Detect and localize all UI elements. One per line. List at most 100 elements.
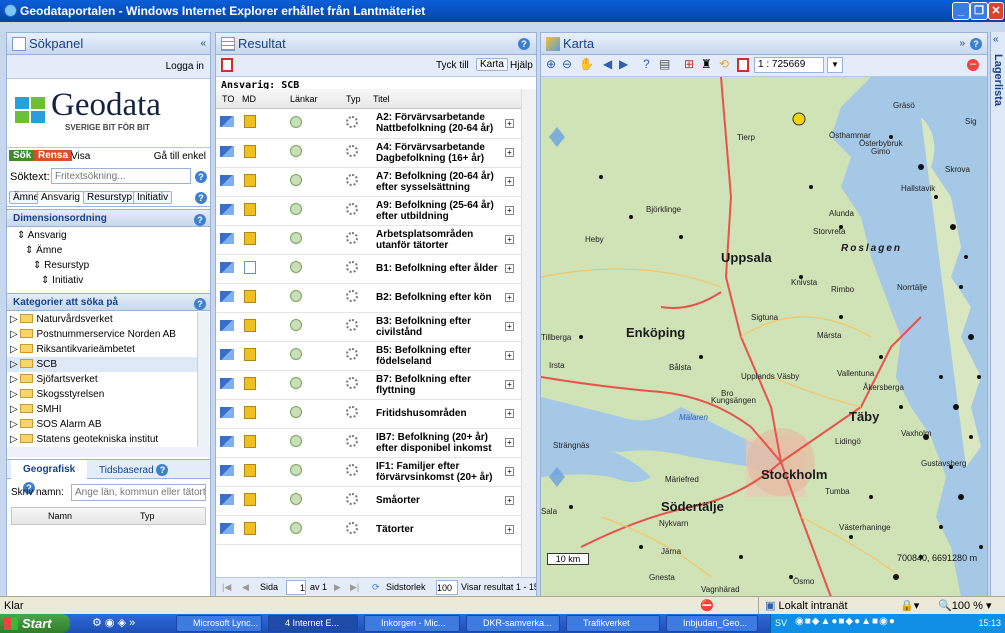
taskbar-item[interactable]: Microsoft Lync... [176,615,262,632]
zoom-to-icon[interactable] [220,203,234,215]
category-item[interactable]: ▷ SMHI [7,402,197,417]
metadata-icon[interactable] [244,202,256,216]
result-row[interactable]: Småorter + [216,486,521,516]
link-icon[interactable] [290,348,302,360]
help-link[interactable]: Hjälp [510,60,533,71]
link-icon[interactable] [290,319,302,331]
result-title[interactable]: B1: Befolkning efter ålder [368,254,505,284]
zoom-to-icon[interactable] [220,464,234,476]
link-icon[interactable] [290,377,302,389]
category-item[interactable]: ▷ Naturvårdsverket [7,312,197,327]
expand-row-icon[interactable]: + [505,438,514,447]
metadata-icon[interactable] [244,231,256,245]
prev-page-icon[interactable]: ◀ [242,578,249,597]
result-row[interactable]: A2: Förvärvsarbetande Nattbefolkning (20… [216,109,521,139]
tray-icons[interactable]: ◉■◆▲●■◆●▲■◉● [795,616,896,627]
scale-dropdown-icon[interactable]: ▼ [827,57,843,73]
expand-row-icon[interactable]: + [505,351,514,360]
zoom-to-icon[interactable] [220,377,234,389]
restore-button[interactable]: ❐ [970,2,988,20]
result-title[interactable]: IB7: Befolkning (20+ år) efter disponibe… [368,428,505,458]
link-icon[interactable] [290,145,302,157]
tab-visa[interactable]: Visa [71,151,90,162]
link-icon[interactable] [290,522,302,534]
dim-item[interactable]: ⇕ Resurstyp [7,258,210,273]
result-row[interactable]: B3: Befolkning efter civilstånd + [216,312,521,342]
zoom-out-icon[interactable]: ⊖ [562,57,572,71]
taskbar-item[interactable]: Inkorgen - Mic... [364,615,460,632]
link-icon[interactable] [290,493,302,505]
link-icon[interactable] [290,464,302,476]
link-icon[interactable] [290,435,302,447]
next-page-icon[interactable]: ▶ [334,578,341,597]
close-button[interactable]: ✕ [988,2,1004,20]
taskbar-item[interactable]: 4 Internet E... [268,615,358,632]
zoom-to-icon[interactable] [220,174,234,186]
binoculars-icon[interactable]: ♜ [701,57,712,71]
col-to[interactable]: TO [222,89,234,109]
result-help-icon[interactable]: ? [518,38,530,50]
goto-simple-link[interactable]: Gå till enkel [154,151,206,162]
metadata-icon[interactable] [244,492,256,506]
result-row[interactable]: Fritidshusområden + [216,399,521,429]
result-title[interactable]: A2: Förvärvsarbetande Nattbefolkning (20… [368,109,505,139]
link-icon[interactable] [290,406,302,418]
link-icon[interactable] [290,203,302,215]
category-item[interactable]: ▷ Sjöfartsverket [7,372,197,387]
zoom-to-icon[interactable] [220,145,234,157]
zoom-to-icon[interactable] [220,493,234,505]
result-row[interactable]: B5: Befolkning efter födelseland + [216,341,521,371]
tab-sok[interactable]: Sök [9,150,36,161]
scale-input[interactable]: 1 : 725669 [754,57,824,73]
result-scrollbar[interactable] [521,89,536,579]
link-icon[interactable] [290,174,302,186]
last-page-icon[interactable]: ▶| [350,578,359,597]
metadata-icon[interactable] [244,434,256,448]
searchtext-input[interactable] [51,168,191,184]
result-title[interactable]: IF1: Familjer efter förvärvsinkomst (20+… [368,457,505,487]
select-icon[interactable]: ⊞ [684,57,694,71]
result-title[interactable]: Fritidshusområden [368,399,505,429]
result-title[interactable]: Arbetsplatsområden utanför tätorter [368,225,505,255]
link-icon[interactable] [290,261,302,273]
metadata-icon[interactable] [244,115,256,129]
metadata-icon[interactable] [244,521,256,535]
zoom-to-icon[interactable] [220,319,234,331]
metadata-icon[interactable] [244,405,256,419]
minimize-button[interactable]: _ [952,2,970,20]
expand-row-icon[interactable]: + [505,264,514,273]
zoom-to-icon[interactable] [220,261,234,273]
facet-tab-ansvarig[interactable]: Ansvarig [37,191,84,204]
result-row[interactable]: B2: Befolkning efter kön + [216,283,521,313]
result-row[interactable]: IF1: Familjer efter förvärvsinkomst (20+… [216,457,521,487]
zoom-level[interactable]: 🔍100 % ▾ [938,597,991,615]
metadata-icon[interactable] [244,376,256,390]
category-item[interactable]: ▷ Statens geotekniska institut [7,432,197,447]
map-canvas[interactable]: Tierp Östhammar Gräsö Österbybruk Gimo Björkl… [541,77,987,597]
result-title[interactable]: Småorter [368,486,505,516]
metadata-icon[interactable] [244,144,256,158]
help-icon[interactable]: ? [195,171,207,183]
place-input[interactable] [71,484,206,501]
zoom-to-icon[interactable] [220,116,234,128]
result-title[interactable]: A9: Befolkning (25-64 år) efter utbildni… [368,196,505,226]
result-row[interactable]: Arbetsplatsområden utanför tätorter + [216,225,521,255]
col-title[interactable]: Titel [373,89,390,109]
zoom-to-icon[interactable] [220,406,234,418]
result-title[interactable]: B3: Befolkning efter civilstånd [368,312,505,342]
expand-row-icon[interactable]: + [505,409,514,418]
expand-row-icon[interactable]: + [505,293,514,302]
category-item[interactable]: ▷ Riksantikvarieämbetet [7,342,197,357]
map-toggle-button[interactable]: Karta [476,58,508,71]
page-input[interactable] [286,580,306,595]
metadata-icon[interactable] [244,463,256,477]
result-title[interactable]: B7: Befolkning efter flyttning [368,370,505,400]
first-page-icon[interactable]: |◀ [222,578,231,597]
expand-row-icon[interactable]: + [505,525,514,534]
refresh-icon[interactable]: ⟳ [372,578,380,597]
expand-row-icon[interactable]: + [505,177,514,186]
metadata-icon[interactable] [244,260,256,274]
expand-row-icon[interactable]: + [505,322,514,331]
expand-row-icon[interactable]: + [505,206,514,215]
taskbar-item[interactable]: DKR-samverka... [466,615,560,632]
